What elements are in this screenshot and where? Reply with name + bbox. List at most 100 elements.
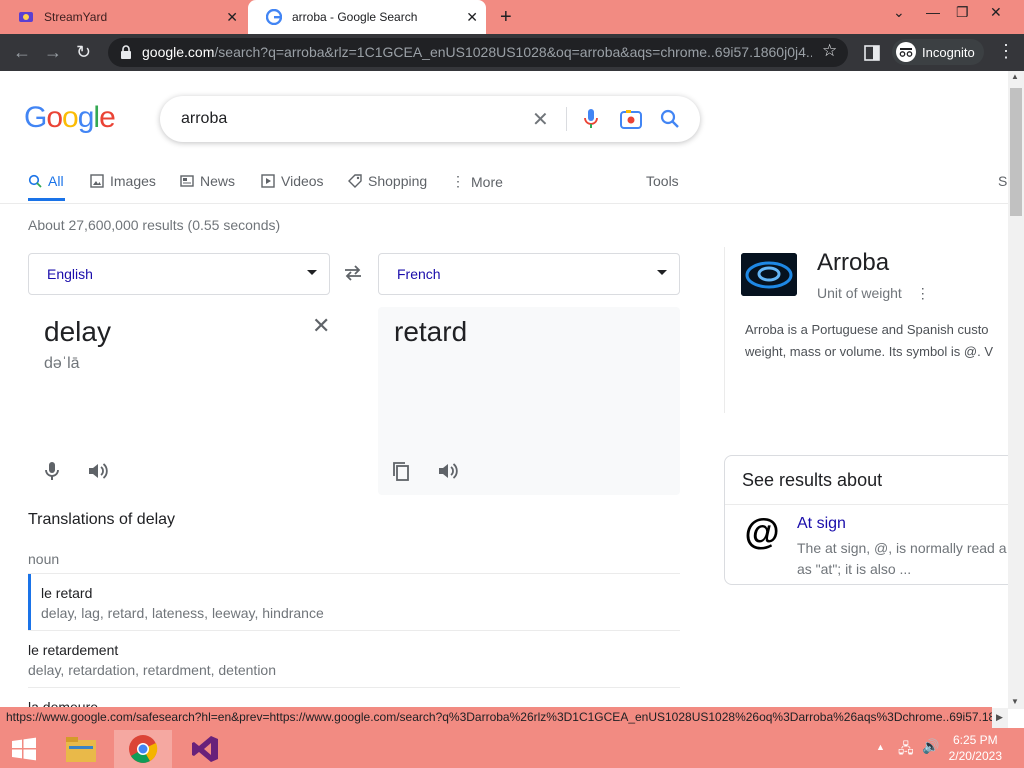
speaker-icon[interactable] [86,459,110,483]
source-language-select[interactable]: English [28,253,330,295]
url-text: google.com/search?q=arroba&rlz=1C1GCEA_e… [142,44,812,60]
at-sign-description: The at sign, @, is normally read a as "a… [797,538,1008,580]
source-text[interactable]: delay [44,316,111,348]
dropdown-caret-icon [657,270,667,275]
translation-row[interactable]: la demeure [28,687,680,709]
url-path: /search?q=arroba&rlz=1C1GCEA_enUS1028US1… [214,44,812,60]
incognito-badge[interactable]: Incognito [892,39,984,65]
clock-date: 2/20/2023 [948,749,1002,763]
menu-kebab-icon[interactable]: ⋮ [997,41,1015,62]
search-icon[interactable] [660,109,680,129]
side-panel-icon[interactable] [864,45,880,61]
back-arrow-icon[interactable]: ← [13,42,31,63]
selected-row-indicator [28,574,31,630]
at-sign-icon[interactable]: @ [741,512,783,554]
tab-google-search[interactable]: arroba - Google Search ✕ [248,0,486,34]
scroll-down-icon[interactable]: ▼ [1011,697,1019,706]
news-icon [180,175,194,187]
source-text-pane[interactable]: delay dəˈlā ✕ [28,307,330,495]
close-tab-icon[interactable]: ✕ [226,9,238,26]
visual-studio-button[interactable] [176,730,234,768]
arroba-image[interactable] [741,253,797,296]
translation-term: le retard [41,585,93,601]
description-line: The at sign, @, is normally read a [797,540,1007,556]
show-hidden-icons-icon[interactable]: ▲ [876,742,885,752]
tools-label: Tools [646,173,679,189]
more-dots-icon: ⋮ [451,173,465,189]
speaker-icon[interactable] [436,459,460,483]
tab-label: Images [110,173,156,189]
subtitle-text: Unit of weight [817,285,902,301]
restore-button[interactable]: ❐ [956,4,969,21]
volume-icon[interactable]: 🔊 [922,738,939,755]
knowledge-panel-subtitle: Unit of weight ⋮ [817,285,930,302]
browser-toolbar: ← → ↻ google.com/search?q=arroba&rlz=1C1… [0,34,1024,71]
tab-news[interactable]: News [180,173,235,189]
scroll-up-icon[interactable]: ▲ [1011,72,1019,81]
target-language-select[interactable]: French [378,253,680,295]
camera-lens-icon[interactable] [620,109,642,129]
microphone-icon[interactable] [583,108,599,130]
tag-icon [348,174,362,188]
network-icon[interactable]: 🖧 [898,738,914,762]
microphone-icon[interactable] [40,459,64,483]
result-stats: About 27,600,000 results (0.55 seconds) [28,217,281,233]
google-logo[interactable]: Google [24,101,116,135]
system-clock[interactable]: 6:25 PM 2/20/2023 [949,732,1002,764]
status-url: https://www.google.com/safesearch?hl=en&… [6,710,992,724]
horizontal-scroll-right[interactable]: ▶ [992,708,1008,728]
tab-more[interactable]: ⋮ More [451,173,503,190]
reload-icon[interactable]: ↻ [76,42,91,63]
bookmark-star-icon[interactable]: ☆ [822,41,837,61]
start-button[interactable] [0,730,48,768]
search-input[interactable]: arroba [181,110,227,128]
window-close-button[interactable]: ✕ [990,4,1002,21]
chrome-taskbar-button[interactable] [114,730,172,768]
forward-arrow-icon[interactable]: → [44,42,62,63]
swap-languages-icon[interactable] [343,265,363,281]
page-content: Google arroba ✕ All Images News Videos S… [0,71,1008,709]
translated-text: retard [394,316,468,347]
knowledge-panel-divider [724,247,725,413]
scroll-right-icon[interactable]: ▶ [996,712,1003,723]
visual-studio-icon [192,736,218,762]
description-line: weight, mass or volume. Its symbol is @.… [745,344,993,359]
tab-label: More [471,173,503,190]
folder-icon [66,737,96,762]
search-box[interactable]: arroba ✕ [160,96,700,142]
tab-images[interactable]: Images [90,173,156,189]
windows-taskbar: ▲ 🖧 🔊 6:25 PM 2/20/2023 [0,728,1024,768]
new-tab-button[interactable]: + [500,6,512,29]
address-bar[interactable]: google.com/search?q=arroba&rlz=1C1GCEA_e… [108,38,848,67]
safesearch-button[interactable]: S [998,173,1007,189]
file-explorer-button[interactable] [52,730,110,768]
tab-streamyard[interactable]: StreamYard ✕ [0,0,246,34]
streamyard-favicon-icon [19,12,33,22]
search-icon [28,174,42,188]
target-language-label: French [397,266,441,282]
scrollbar-thumb[interactable] [1010,88,1022,216]
tab-label: All [48,173,64,189]
translation-row[interactable]: le retard delay, lag, retard, lateness, … [28,573,680,630]
target-text-pane: retard [378,307,680,495]
copy-icon[interactable] [389,459,413,483]
tab-search-chevron-icon[interactable]: ⌄ [893,4,905,21]
tab-videos[interactable]: Videos [261,173,324,189]
translation-row[interactable]: le retardement delay, retardation, retar… [28,630,680,687]
clear-search-icon[interactable]: ✕ [532,107,549,132]
lock-icon[interactable] [120,45,132,59]
minimize-button[interactable]: — [926,4,940,20]
incognito-label: Incognito [922,44,975,60]
tab-title: StreamYard [44,10,108,24]
translation-synonyms: delay, lag, retard, lateness, leeway, hi… [41,605,324,621]
tools-button[interactable]: Tools [646,173,679,189]
more-options-icon[interactable]: ⋮ [916,285,930,301]
clear-text-icon[interactable]: ✕ [312,313,330,339]
at-sign-link[interactable]: At sign [797,515,846,533]
tab-label: News [200,173,236,189]
description-line: as "at"; it is also ... [797,561,912,577]
close-tab-icon[interactable]: ✕ [466,9,478,26]
tab-shopping[interactable]: Shopping [348,173,427,189]
source-language-label: English [47,266,93,282]
tab-all[interactable]: All [28,173,64,189]
